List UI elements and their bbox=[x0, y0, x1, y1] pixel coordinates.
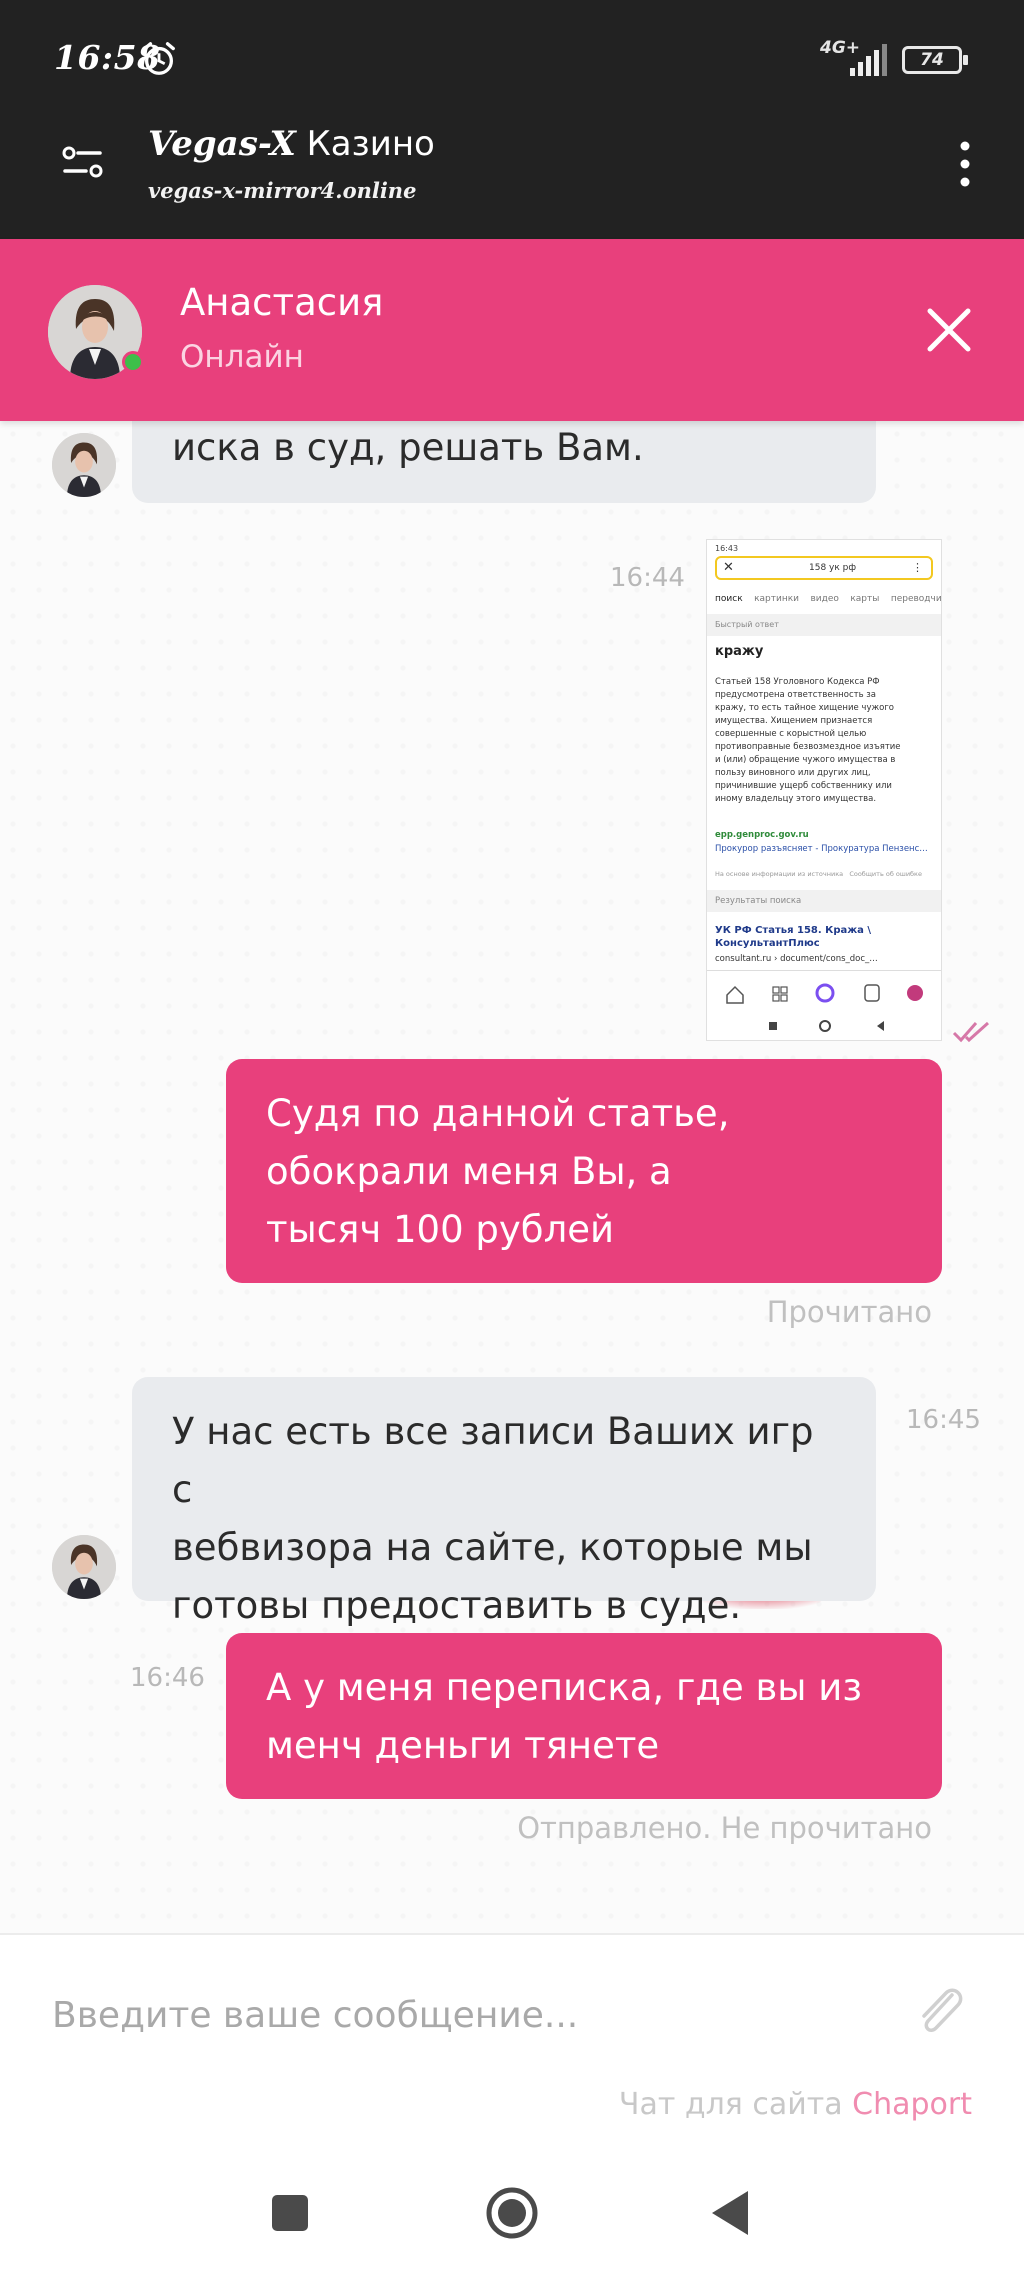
message-input[interactable] bbox=[52, 1985, 872, 2045]
message-line: готовы предоставить в суде. bbox=[172, 1584, 742, 1627]
thumb-answer-title: кражу bbox=[715, 644, 764, 659]
thumb-results-bar: Результаты поиска bbox=[707, 890, 941, 912]
site-settings-icon[interactable] bbox=[60, 138, 108, 186]
thumb-answer-line: Статьей 158 Уголовного Кодекса РФ bbox=[715, 677, 880, 687]
agent-photo bbox=[52, 433, 116, 497]
battery-level: 74 bbox=[920, 50, 944, 70]
alarm-icon bbox=[143, 42, 175, 75]
thumb-tab: поиск bbox=[715, 594, 743, 604]
thumb-answer-line: совершенные с корыстной целью bbox=[715, 729, 867, 739]
message-time: 16:46 bbox=[130, 1663, 205, 1693]
chat-header: Анастасия Онлайн bbox=[0, 239, 1024, 421]
thumb-answer-line: иному владельцу этого имущества. bbox=[715, 794, 877, 804]
thumb-source-note: На основе информации из источника Сообщи… bbox=[715, 870, 922, 878]
site-url[interactable]: vegas-x-mirror4.online bbox=[148, 178, 416, 203]
thumb-bottom-nav bbox=[707, 970, 941, 1010]
browser-toolbar: Vegas-X Казино vegas-x-mirror4.online bbox=[0, 118, 1024, 239]
menu-icon[interactable] bbox=[950, 138, 980, 190]
outgoing-message: А у меня переписка, где вы из менч деньг… bbox=[226, 1633, 942, 1799]
thumb-answer-line: пользу виновного или других лиц, bbox=[715, 768, 871, 778]
message-line: обокрали меня Вы, а bbox=[266, 1150, 672, 1193]
thumb-search-box: ✕ 158 ук рф ⋮ bbox=[715, 556, 933, 580]
thumb-tab: видео bbox=[810, 594, 839, 604]
powered-by-text: Чат для сайта bbox=[618, 2087, 853, 2122]
message-time: 16:44 bbox=[610, 563, 685, 593]
incoming-message: У нас есть все записи Ваших игр с вебвиз… bbox=[132, 1377, 876, 1627]
thumb-result-url: consultant.ru › document/cons_doc_… bbox=[715, 954, 878, 964]
thumb-source-title: Прокурор разъясняет - Прокуратура Пензен… bbox=[715, 844, 928, 854]
agent-photo bbox=[52, 1535, 116, 1599]
site-title[interactable]: Vegas-X Казино bbox=[148, 124, 435, 164]
thumb-results-header: Результаты поиска bbox=[715, 896, 802, 906]
message-line: тысяч 100 рублей bbox=[266, 1208, 615, 1251]
image-attachment[interactable]: 16:43 ✕ 158 ук рф ⋮ поиск картинки видео… bbox=[706, 539, 942, 1041]
message-line: У нас есть все записи Ваших игр с bbox=[172, 1410, 814, 1511]
thumb-nav-icons bbox=[726, 983, 923, 1004]
chaport-link[interactable]: Chaport bbox=[852, 2087, 972, 2122]
signal-icon bbox=[850, 44, 887, 76]
thumb-answer-line: и (или) обращение чужого имущества в bbox=[715, 755, 896, 765]
battery-icon: 74 bbox=[902, 46, 968, 74]
status-bar: 16:58 4G+ 74 bbox=[0, 0, 1024, 118]
site-brand: Vegas-X bbox=[148, 124, 296, 164]
paperclip-icon[interactable] bbox=[912, 1981, 968, 2041]
thumb-tabs: поиск картинки видео карты переводчик bbox=[715, 594, 942, 604]
thumb-answer-line: предусмотрена ответственность за bbox=[715, 690, 877, 700]
message-line: менч деньги тянете bbox=[266, 1724, 660, 1767]
site-title-rest: Казино bbox=[295, 124, 435, 164]
thumb-system-nav bbox=[707, 1010, 941, 1040]
thumb-answer-line: противоправные безвозмездное изъятие bbox=[715, 742, 901, 752]
thumb-source-note-text: На основе информации из источника bbox=[715, 870, 844, 878]
read-ticks-icon bbox=[952, 1021, 990, 1043]
thumb-answer-line: кражу, то есть тайное хищение чужого bbox=[715, 703, 895, 713]
thumb-answer-line: причинившие ущерб собственнику или bbox=[715, 781, 892, 791]
thumb-quick-answer: Быстрый ответ bbox=[715, 620, 779, 629]
thumb-search-query: 158 ук рф bbox=[809, 563, 857, 573]
message-line: А у меня переписка, где вы из bbox=[266, 1666, 862, 1709]
powered-by: Чат для сайта Chaport bbox=[619, 2087, 972, 2122]
thumb-result-title-line: УК РФ Статья 158. Кража \ bbox=[715, 925, 872, 936]
thumb-close-icon: ✕ bbox=[723, 560, 734, 575]
recents-icon[interactable] bbox=[260, 2183, 320, 2243]
message-status: Прочитано bbox=[766, 1295, 932, 1329]
incoming-message: иска в суд, решать Вам. bbox=[132, 421, 876, 503]
message-list[interactable]: иска в суд, решать Вам. 16:44 16:43 ✕ 15… bbox=[0, 421, 1024, 1933]
thumb-answer-line: имущества. Хищением признается bbox=[715, 716, 873, 726]
message-composer: Чат для сайта Chaport bbox=[0, 1933, 1024, 2155]
thumb-result-title-line: КонсультантПлюс bbox=[715, 938, 820, 949]
avatar bbox=[52, 433, 116, 497]
agent-name: Анастасия bbox=[180, 281, 384, 324]
home-icon[interactable] bbox=[482, 2183, 542, 2243]
thumb-menu-icon: ⋮ bbox=[912, 561, 923, 574]
thumb-answer-text: Статьей 158 Уголовного Кодекса РФ предус… bbox=[715, 676, 901, 806]
message-time: 16:45 bbox=[906, 1405, 981, 1435]
thumb-status-row: 16:43 bbox=[715, 544, 739, 553]
thumb-result-title: УК РФ Статья 158. Кража \ КонсультантПлю… bbox=[715, 924, 871, 950]
thumb-source-domain: epp.genproc.gov.ru bbox=[715, 830, 809, 840]
agent-status: Онлайн bbox=[180, 339, 304, 375]
system-navigation-bar bbox=[0, 2155, 1024, 2275]
thumb-tab: переводчик bbox=[890, 594, 942, 604]
message-line: иска в суд, решать Вам. bbox=[172, 426, 644, 469]
outgoing-message: Судя по данной статье, обокрали меня Вы,… bbox=[226, 1059, 942, 1283]
thumb-tab: картинки bbox=[754, 594, 800, 604]
thumb-report-link: Сообщить об ошибке bbox=[849, 870, 922, 878]
thumb-system-nav-icons bbox=[769, 1020, 884, 1032]
back-icon[interactable] bbox=[704, 2183, 764, 2243]
message-line: вебвизора на сайте, которые мы bbox=[172, 1526, 813, 1569]
thumb-quick-answer-bar: Быстрый ответ bbox=[707, 614, 941, 636]
close-icon[interactable] bbox=[924, 305, 974, 355]
thumb-tab: карты bbox=[850, 594, 880, 604]
message-status: Отправлено. Не прочитано bbox=[517, 1811, 932, 1845]
online-indicator bbox=[122, 351, 144, 373]
avatar bbox=[52, 1535, 116, 1599]
message-line: Судя по данной статье, bbox=[266, 1092, 730, 1135]
